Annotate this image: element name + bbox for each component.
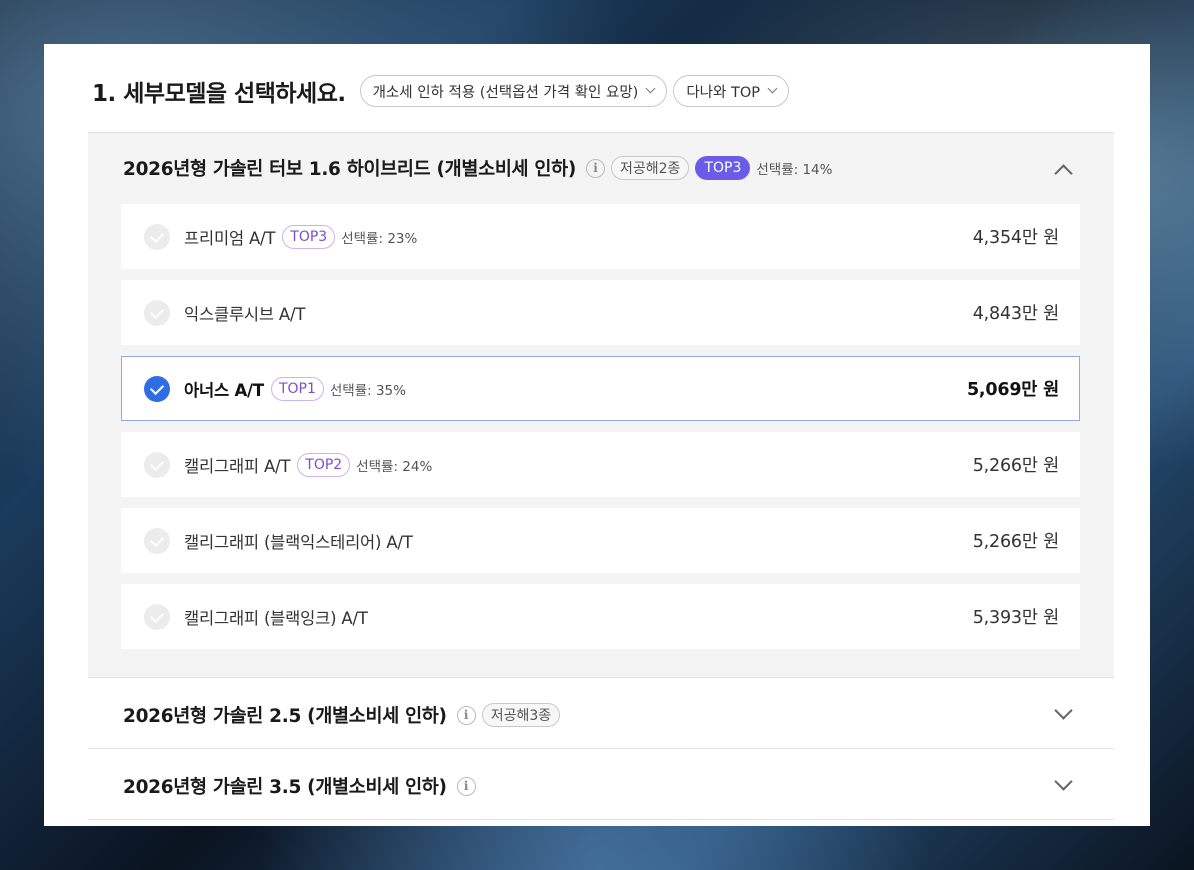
group-header[interactable]: 2026년형 가솔린 3.5 (개별소비세 인하) i bbox=[123, 773, 476, 799]
check-icon[interactable] bbox=[144, 223, 170, 250]
model-option-calligraphy-black-exterior[interactable]: 캘리그래피 (블랙익스테리어) A/T 5,266만 원 bbox=[121, 508, 1080, 573]
selection-rate: 선택률: 35% bbox=[329, 382, 406, 399]
model-name: 아너스 A/T bbox=[184, 380, 264, 400]
top-badge: TOP3 bbox=[695, 156, 751, 180]
model-name: 캘리그래피 A/T bbox=[184, 456, 291, 476]
danawa-top-label: 다나와 TOP bbox=[686, 84, 760, 101]
tax-filter-label: 개소세 인하 적용 (선택옵션 가격 확인 요망) bbox=[372, 84, 639, 101]
top-badge: TOP1 bbox=[270, 376, 324, 401]
model-name: 캘리그래피 (블랙익스테리어) A/T bbox=[184, 532, 413, 552]
model-selection-panel: 1. 세부모델을 선택하세요. 개소세 인하 적용 (선택옵션 가격 확인 요망… bbox=[44, 44, 1150, 826]
group-title: 2026년형 가솔린 2.5 (개별소비세 인하) bbox=[123, 706, 447, 727]
model-name: 익스클루시브 A/T bbox=[184, 304, 306, 324]
selection-rate: 선택률: 24% bbox=[356, 458, 433, 475]
model-price: 5,266만 원 bbox=[972, 456, 1059, 476]
model-list: 프리미엄 A/T TOP3 선택률: 23% 4,354만 원 익스클루시브 A… bbox=[121, 204, 1080, 660]
model-option-calligraphy-black-ink[interactable]: 캘리그래피 (블랙잉크) A/T 5,393만 원 bbox=[121, 584, 1080, 649]
trim-group-gasoline-3-5[interactable]: 2026년형 가솔린 3.5 (개별소비세 인하) i bbox=[88, 749, 1114, 820]
chevron-up-icon[interactable] bbox=[1052, 159, 1074, 181]
filter-bar: 개소세 인하 적용 (선택옵션 가격 확인 요망) 다나와 TOP bbox=[359, 75, 789, 107]
model-option-premium[interactable]: 프리미엄 A/T TOP3 선택률: 23% 4,354만 원 bbox=[121, 204, 1080, 269]
model-price: 5,266만 원 bbox=[972, 532, 1059, 552]
chevron-down-icon[interactable] bbox=[1052, 702, 1074, 724]
model-option-honors[interactable]: 아너스 A/T TOP1 선택률: 35% 5,069만 원 bbox=[121, 356, 1080, 421]
chevron-down-icon bbox=[768, 86, 778, 96]
check-icon[interactable] bbox=[144, 603, 170, 630]
model-price: 4,354만 원 bbox=[972, 228, 1059, 248]
model-price: 5,393만 원 bbox=[972, 608, 1059, 628]
selection-rate: 선택률: 23% bbox=[341, 230, 418, 247]
info-icon[interactable]: i bbox=[456, 776, 476, 796]
check-icon[interactable] bbox=[144, 375, 170, 402]
info-icon[interactable]: i bbox=[586, 158, 605, 178]
model-option-calligraphy[interactable]: 캘리그래피 A/T TOP2 선택률: 24% 5,266만 원 bbox=[121, 432, 1080, 497]
trim-group-hybrid: 2026년형 가솔린 터보 1.6 하이브리드 (개별소비세 인하) i 저공해… bbox=[88, 132, 1114, 678]
eco-badge: 저공해2종 bbox=[611, 156, 690, 180]
chevron-down-icon bbox=[646, 86, 656, 96]
check-icon[interactable] bbox=[144, 527, 170, 554]
model-name: 프리미엄 A/T bbox=[184, 228, 276, 248]
danawa-top-dropdown[interactable]: 다나와 TOP bbox=[673, 75, 789, 107]
model-price: 4,843만 원 bbox=[972, 304, 1059, 324]
eco-badge: 저공해3종 bbox=[481, 703, 561, 727]
selection-rate: 선택률: 14% bbox=[756, 162, 833, 178]
group-title: 2026년형 가솔린 3.5 (개별소비세 인하) bbox=[123, 777, 447, 798]
page-title: 1. 세부모델을 선택하세요. bbox=[92, 81, 346, 107]
model-option-exclusive[interactable]: 익스클루시브 A/T 4,843만 원 bbox=[121, 280, 1080, 345]
group-title: 2026년형 가솔린 터보 1.6 하이브리드 (개별소비세 인하) bbox=[123, 159, 576, 180]
top-badge: TOP3 bbox=[282, 224, 336, 249]
check-icon[interactable] bbox=[144, 451, 170, 478]
top-badge: TOP2 bbox=[297, 452, 351, 477]
tax-filter-dropdown[interactable]: 개소세 인하 적용 (선택옵션 가격 확인 요망) bbox=[359, 75, 668, 107]
group-header[interactable]: 2026년형 가솔린 2.5 (개별소비세 인하) i 저공해3종 bbox=[123, 702, 561, 728]
group-header[interactable]: 2026년형 가솔린 터보 1.6 하이브리드 (개별소비세 인하) i 저공해… bbox=[123, 155, 832, 181]
model-price: 5,069만 원 bbox=[966, 380, 1059, 400]
model-name: 캘리그래피 (블랙잉크) A/T bbox=[184, 608, 368, 628]
trim-group-gasoline-2-5[interactable]: 2026년형 가솔린 2.5 (개별소비세 인하) i 저공해3종 bbox=[88, 678, 1114, 749]
info-icon[interactable]: i bbox=[456, 705, 476, 725]
section-header: 1. 세부모델을 선택하세요. 개소세 인하 적용 (선택옵션 가격 확인 요망… bbox=[92, 74, 789, 108]
check-icon[interactable] bbox=[144, 299, 170, 326]
chevron-down-icon[interactable] bbox=[1052, 773, 1074, 795]
